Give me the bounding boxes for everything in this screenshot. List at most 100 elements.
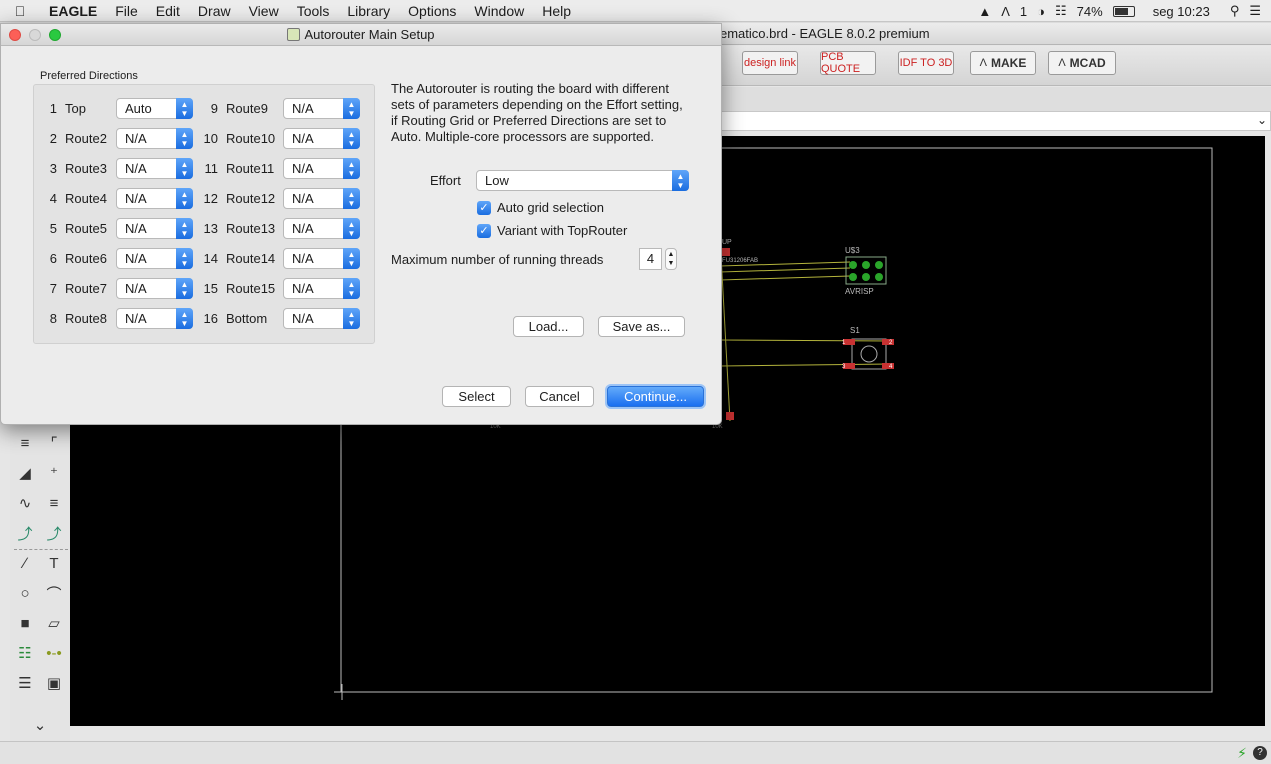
variant-checkbox[interactable]: ✓ Variant with TopRouter <box>477 223 627 238</box>
mcad-button[interactable]: Λ MCAD <box>1048 51 1116 75</box>
direction-select[interactable]: N/A ▲ ▼ <box>116 218 193 239</box>
search-icon[interactable]: ⚲ <box>1230 3 1240 19</box>
circle-icon[interactable]: ○ <box>13 581 37 605</box>
layer-number: 15 <box>203 281 218 296</box>
layer-stack-icon[interactable]: ☰ <box>13 671 37 695</box>
menu-view[interactable]: View <box>240 0 288 22</box>
menu-edit[interactable]: Edit <box>147 0 189 22</box>
menu-app[interactable]: EAGLE <box>40 0 106 22</box>
menu-window[interactable]: Window <box>465 0 533 22</box>
expand-icon[interactable]: ⌄ <box>28 713 52 737</box>
threads-stepper[interactable]: ▲ ▼ <box>665 248 677 270</box>
pcb-quote-button[interactable]: PCB QUOTE <box>820 51 876 75</box>
cancel-button[interactable]: Cancel <box>525 386 594 407</box>
close-icon[interactable] <box>9 29 21 41</box>
rectangle-icon[interactable]: ■ <box>13 611 37 635</box>
chevron-updown-icon: ▲ ▼ <box>343 98 360 119</box>
direction-select[interactable]: N/A ▲ ▼ <box>283 158 360 179</box>
ripup-icon[interactable]: ⤴ <box>42 521 66 545</box>
direction-value: N/A <box>292 311 314 326</box>
chevron-updown-icon: ▲ ▼ <box>176 248 193 269</box>
select-button[interactable]: Select <box>442 386 511 407</box>
line-icon[interactable]: ∕ <box>13 551 37 575</box>
ratsnest-icon[interactable]: •-• <box>42 641 66 665</box>
menu-options[interactable]: Options <box>399 0 465 22</box>
save-as-button[interactable]: Save as... <box>598 316 685 337</box>
direction-select[interactable]: N/A ▲ ▼ <box>283 218 360 239</box>
optimize-icon[interactable]: ⁺ <box>42 461 66 485</box>
menu-draw[interactable]: Draw <box>189 0 240 22</box>
direction-select[interactable]: N/A ▲ ▼ <box>283 128 360 149</box>
help-icon[interactable]: ? <box>1253 746 1267 760</box>
direction-select[interactable]: Auto ▲ ▼ <box>116 98 193 119</box>
direction-value: N/A <box>125 131 147 146</box>
layer-name: Route6 <box>65 251 107 266</box>
battery-icon[interactable] <box>1112 5 1135 17</box>
direction-select[interactable]: N/A ▲ ▼ <box>283 248 360 269</box>
layer-name: Route9 <box>226 101 268 116</box>
make-button[interactable]: Λ MAKE <box>970 51 1036 75</box>
move-icon[interactable]: ≡ <box>13 431 37 455</box>
menu-tools[interactable]: Tools <box>288 0 339 22</box>
layer-number: 12 <box>203 191 218 206</box>
direction-select[interactable]: N/A ▲ ▼ <box>283 308 360 329</box>
layer-number: 10 <box>203 131 218 146</box>
direction-select[interactable]: N/A ▲ ▼ <box>283 278 360 299</box>
arc-icon[interactable]: ⌒ <box>42 581 66 605</box>
direction-select[interactable]: N/A ▲ ▼ <box>116 308 193 329</box>
direction-value: N/A <box>125 221 147 236</box>
chevron-updown-icon: ▲ ▼ <box>176 278 193 299</box>
command-input[interactable]: ⌄ <box>720 111 1271 131</box>
load-button[interactable]: Load... <box>513 316 584 337</box>
effort-label: Effort <box>430 173 461 188</box>
idf-to-3d-button[interactable]: IDF TO 3D <box>898 51 954 75</box>
wifi-icon[interactable]: ☷ <box>1055 3 1067 19</box>
switch-button <box>860 345 878 363</box>
menu-help[interactable]: Help <box>533 0 580 22</box>
chevron-updown-icon: ▲ ▼ <box>176 128 193 149</box>
align-icon[interactable]: ≡ <box>42 491 66 515</box>
drive-icon[interactable]: ▲ <box>978 4 991 19</box>
adobe-icon[interactable]: Λ <box>1001 4 1010 19</box>
continue-button[interactable]: Continue... <box>607 386 704 407</box>
layers-icon[interactable]: ☷ <box>13 641 37 665</box>
text-icon[interactable]: T <box>42 551 66 575</box>
check-icon: ✓ <box>477 200 491 215</box>
effort-select[interactable]: Low ▲ ▼ <box>476 170 689 191</box>
battery-percent: 74% <box>1076 3 1103 19</box>
layer-number: 13 <box>203 221 218 236</box>
split-icon[interactable]: ◢ <box>13 461 37 485</box>
miter-icon[interactable]: ⌜ <box>42 431 66 455</box>
list-icon[interactable]: ☰ <box>1249 3 1261 19</box>
threads-input[interactable]: 4 <box>639 248 662 270</box>
label-part: FU31206FAB <box>722 258 758 264</box>
zoom-icon[interactable] <box>49 29 61 41</box>
direction-select[interactable]: N/A ▲ ▼ <box>116 278 193 299</box>
design-link-button[interactable]: design link <box>742 51 798 75</box>
menu-library[interactable]: Library <box>338 0 399 22</box>
direction-select[interactable]: N/A ▲ ▼ <box>116 188 193 209</box>
apple-icon[interactable]:  <box>0 3 40 19</box>
direction-select[interactable]: N/A ▲ ▼ <box>116 248 193 269</box>
variant-label: Variant with TopRouter <box>497 223 628 238</box>
meander-icon[interactable]: ∿ <box>13 491 37 515</box>
minimize-icon[interactable] <box>29 29 41 41</box>
main-title: ematico.brd - EAGLE 8.0.2 premium <box>720 26 930 41</box>
direction-select[interactable]: N/A ▲ ▼ <box>116 158 193 179</box>
polygon-icon[interactable]: ▱ <box>42 611 66 635</box>
route-icon[interactable]: ⤴ <box>13 521 37 545</box>
chevron-down-icon[interactable]: ⌄ <box>1257 113 1267 127</box>
status-bar: ⚡ ? <box>0 741 1271 764</box>
menu-file[interactable]: File <box>106 0 147 22</box>
direction-select[interactable]: N/A ▲ ▼ <box>116 128 193 149</box>
layer-name: Route15 <box>226 281 276 296</box>
bolt-icon[interactable]: ⚡ <box>1237 745 1247 762</box>
clock[interactable]: seg 10:23 <box>1153 4 1210 19</box>
attribute-icon[interactable]: ▣ <box>42 671 66 695</box>
chevron-updown-icon: ▲ ▼ <box>672 170 689 191</box>
direction-select[interactable]: N/A ▲ ▼ <box>283 98 360 119</box>
auto-grid-checkbox[interactable]: ✓ Auto grid selection <box>477 200 604 215</box>
chevron-updown-icon: ▲ ▼ <box>343 188 360 209</box>
direction-select[interactable]: N/A ▲ ▼ <box>283 188 360 209</box>
shield-icon[interactable]: ◑ <box>1037 4 1045 19</box>
